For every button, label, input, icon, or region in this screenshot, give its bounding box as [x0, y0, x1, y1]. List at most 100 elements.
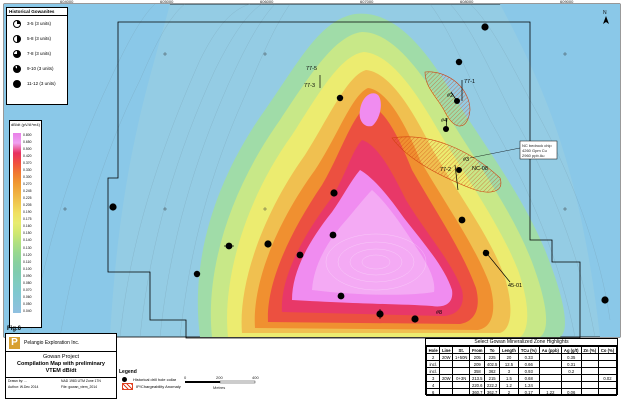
- table-cell: [580, 388, 599, 396]
- drill-collar-icon: [458, 216, 466, 224]
- table-cell: 1.5: [499, 374, 519, 382]
- callout-line: 2960 ppb Au: [522, 153, 544, 158]
- table-cell: [580, 374, 599, 382]
- highlights-header-row: Hole Line St. From To Length TCu (%) Au (ppb) Ag…: [425, 346, 618, 354]
- vtem-tick-label: 0.140: [23, 238, 32, 243]
- map-legend-label: Historical drill hole collar: [133, 377, 177, 382]
- table-cell: incl.: [425, 367, 441, 375]
- table-cell: [597, 360, 618, 368]
- table-cell: 360.7: [469, 388, 486, 396]
- map-legend-item: Historical drill hole collar: [122, 377, 265, 382]
- table-cell: [580, 367, 599, 375]
- highlights-column-header: Co (%): [597, 346, 618, 354]
- drill-label: #8: [436, 310, 442, 316]
- drill-label: 77-3: [304, 83, 315, 89]
- table-cell: 0.06: [561, 388, 582, 396]
- table-cell: [561, 381, 582, 389]
- table-cell: [580, 360, 599, 368]
- table-cell: 0.17: [517, 388, 540, 396]
- map-legend-label: IP/Chargeability Anomaly: [136, 384, 181, 389]
- drill-collar-icon: [455, 58, 463, 66]
- table-cell: 0.35: [561, 353, 582, 361]
- vtem-tick-label: 0.175: [23, 217, 32, 222]
- highlights-column-header: From: [469, 346, 486, 354]
- vtem-tick-label: 0.130: [23, 245, 32, 250]
- table-cell: [452, 388, 471, 396]
- highlights-column-header: Ag (g/t): [561, 346, 582, 354]
- drill-collar-icon: [411, 315, 419, 323]
- table-cell: 362.7: [484, 388, 501, 396]
- table-cell: 0.66: [517, 360, 540, 368]
- table-cell: [538, 381, 563, 389]
- vtem-tick-label: 0.420: [23, 154, 32, 159]
- drill-collar-icon: [193, 270, 201, 278]
- drill-label: 77-5: [306, 66, 317, 72]
- historical-legend-label: 5-8 (3 units): [27, 36, 52, 41]
- table-row: incl. 358 362 3 0.93 0.2: [425, 367, 618, 375]
- near-full-dot-icon: [13, 64, 21, 73]
- highlights-column-header: Hole: [425, 346, 441, 354]
- meta-field: Author: W.Dec 2014: [8, 385, 39, 389]
- quarter-dot-icon: [13, 19, 21, 28]
- table-cell: [439, 388, 454, 396]
- drill-collar-icon: [122, 377, 127, 382]
- grid-top-label: 608000: [460, 0, 474, 4]
- figure-label: Fig.6: [7, 326, 22, 332]
- table-cell: 358: [469, 367, 486, 375]
- table-cell: [580, 353, 599, 361]
- vtem-color-bar: [13, 133, 21, 313]
- table-cell: 1.2: [499, 381, 519, 389]
- drill-collar-icon: [481, 23, 489, 31]
- historical-legend: Historical Gowanites 3-5 (3 units) 5-8 (…: [6, 7, 68, 105]
- table-cell: 209: [469, 360, 486, 368]
- highlights-column-header: Zn (%): [580, 346, 599, 354]
- vtem-tick-label: 0.090: [23, 273, 32, 278]
- table-cell: incl.: [425, 360, 441, 368]
- drill-collar-icon: [329, 231, 337, 239]
- vtem-tick-label: 0.080: [23, 280, 32, 285]
- table-cell: 3: [425, 374, 441, 382]
- highlights-column-header: TCu (%): [517, 346, 540, 354]
- table-cell: [439, 381, 454, 389]
- meta-field: Drawn by: ...: [8, 379, 28, 383]
- map-legend-title: Legend: [119, 369, 137, 375]
- vtem-tick-label: 0.650: [23, 140, 32, 145]
- historical-legend-label: 7-8 (3 units): [27, 51, 52, 56]
- half-dot-icon: [13, 34, 21, 43]
- highlights-column-header: Length: [499, 346, 519, 354]
- table-row: incl. 209 402.5 12.5 0.66 0.31: [425, 360, 618, 368]
- highlights-column-header: Au (ppb): [538, 346, 563, 354]
- vtem-tick-label: 0.205: [23, 203, 32, 208]
- title-block: P Pelangio Exploration Inc. Gowan Projec…: [5, 333, 117, 399]
- grid-top-label: 604000: [60, 0, 74, 4]
- company-name: Pelangio Exploration Inc.: [24, 339, 80, 346]
- table-cell: [538, 360, 563, 368]
- table-cell: 225: [484, 353, 501, 361]
- table-cell: [452, 360, 471, 368]
- table-cell: 362: [484, 367, 501, 375]
- project-name: Gowan Project: [42, 354, 80, 360]
- vtem-tick-label: 0.270: [23, 182, 32, 187]
- table-cell: 222.2: [484, 381, 501, 389]
- vtem-tick-label: 0.040: [23, 308, 32, 313]
- table-cell: 0.68: [517, 374, 540, 382]
- table-cell: 402.5: [484, 360, 501, 368]
- historical-legend-title: Historical Gowanites: [7, 8, 67, 16]
- company-logo: P: [9, 336, 20, 349]
- table-cell: 0.2: [561, 367, 582, 375]
- drill-collar-icon: [296, 251, 304, 259]
- drill-label: #3: [463, 157, 469, 163]
- drill-collar-icon: [264, 240, 272, 248]
- vtem-tick-label: 0.190: [23, 210, 32, 215]
- table-cell: 20: [499, 353, 519, 361]
- vtem-tick-label: 0.160: [23, 224, 32, 229]
- map-subtitle-1: Compilation Map with preliminary: [16, 361, 105, 367]
- historical-legend-item: 9-10 (3 units): [7, 61, 67, 76]
- table-cell: [452, 367, 471, 375]
- table-cell: 205: [469, 353, 486, 361]
- table-cell: [538, 353, 563, 361]
- table-cell: 220.6: [469, 381, 486, 389]
- drill-collar-icon: [109, 203, 117, 211]
- vtem-tick-label: 0.225: [23, 196, 32, 201]
- meta-field: File: gowan_vtem_2014: [61, 385, 98, 389]
